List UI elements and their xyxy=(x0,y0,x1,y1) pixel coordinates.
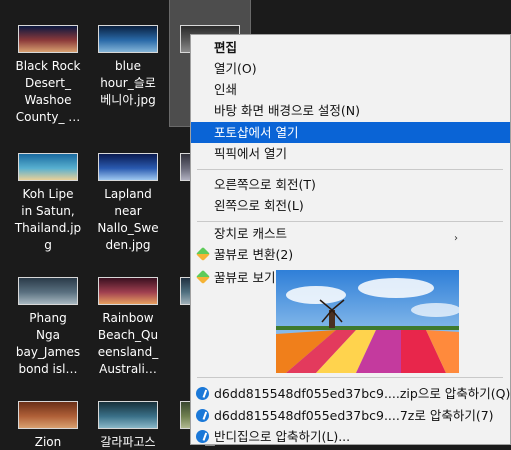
file-name: blue hour_슬로 베니아.jpg xyxy=(100,59,156,107)
file-name: Rainbow Beach_Qu eensland_ Australi… xyxy=(97,311,159,376)
menu-open[interactable]: 열기(O) xyxy=(191,58,510,79)
file-thumbnail xyxy=(98,153,158,181)
file-thumbnail xyxy=(98,401,158,429)
image-preview xyxy=(276,270,459,373)
bandizip-icon xyxy=(196,387,209,400)
menu-honeyview-convert-label: 꿀뷰로 변환(2) xyxy=(214,247,294,262)
menu-cast-to-device[interactable]: 장치로 캐스트 › xyxy=(191,223,510,244)
file-item[interactable]: Black Rock Desert_ Washoe County_ … xyxy=(8,0,88,126)
menu-rotate-left[interactable]: 왼쪽으로 회전(L) xyxy=(191,195,510,216)
file-thumbnail xyxy=(18,153,78,181)
file-name: Phang Nga bay_James bond isl… xyxy=(15,311,81,376)
bandizip-icon xyxy=(196,430,209,443)
file-thumbnail xyxy=(98,277,158,305)
file-item[interactable]: Rainbow Beach_Qu eensland_ Australi… xyxy=(88,252,168,378)
menu-set-wallpaper[interactable]: 바탕 화면 배경으로 설정(N) xyxy=(191,100,510,121)
file-item[interactable]: Koh Lipe in Satun, Thailand.jp g xyxy=(8,128,88,254)
menu-open-photoshop[interactable]: 포토샵에서 열기 xyxy=(191,122,510,143)
file-thumbnail xyxy=(18,277,78,305)
honeyview-icon xyxy=(195,269,211,285)
menu-7z-compress-label: d6dd815548df055ed37bc9....7z로 압축하기(7) xyxy=(214,408,494,423)
file-item[interactable]: 갈라파고스 xyxy=(88,376,168,450)
menu-separator xyxy=(197,377,503,378)
file-name: Black Rock Desert_ Washoe County_ … xyxy=(15,59,81,124)
bandizip-icon xyxy=(196,409,209,422)
file-name: Zion xyxy=(34,435,62,449)
file-thumbnail xyxy=(18,25,78,53)
menu-separator xyxy=(197,221,503,222)
menu-7z-compress[interactable]: d6dd815548df055ed37bc9....7z로 압축하기(7) xyxy=(191,405,510,426)
menu-separator xyxy=(197,169,503,170)
file-item[interactable]: blue hour_슬로 베니아.jpg xyxy=(88,0,168,109)
file-thumbnail xyxy=(18,401,78,429)
file-name: 갈라파고스 xyxy=(100,435,156,449)
file-thumbnail xyxy=(98,25,158,53)
menu-zip-compress[interactable]: d6dd815548df055ed37bc9....zip으로 압축하기(Q) xyxy=(191,383,510,404)
context-menu: 편집 열기(O) 인쇄 바탕 화면 배경으로 설정(N) 포토샵에서 열기 픽픽… xyxy=(190,34,511,445)
menu-honeyview-convert[interactable]: 꿀뷰로 변환(2) xyxy=(191,244,510,265)
menu-open-picpick[interactable]: 픽픽에서 열기 xyxy=(191,143,510,164)
menu-bandizip-compress[interactable]: 반디집으로 압축하기(L)... xyxy=(191,426,510,447)
file-item[interactable]: Lapland near Nallo_Swe den.jpg xyxy=(88,128,168,254)
file-name: Lapland near Nallo_Swe den.jpg xyxy=(97,187,159,252)
menu-cast-label: 장치로 캐스트 xyxy=(214,226,287,241)
menu-zip-compress-label: d6dd815548df055ed37bc9....zip으로 압축하기(Q) xyxy=(214,386,511,401)
file-item[interactable]: Phang Nga bay_James bond isl… xyxy=(8,252,88,378)
honeyview-icon xyxy=(195,246,211,262)
menu-edit[interactable]: 편집 xyxy=(191,37,510,58)
file-item[interactable]: Zion xyxy=(8,376,88,450)
file-name: Koh Lipe in Satun, Thailand.jp g xyxy=(14,187,82,252)
menu-rotate-right[interactable]: 오른쪽으로 회전(T) xyxy=(191,174,510,195)
menu-bandizip-compress-label: 반디집으로 압축하기(L)... xyxy=(214,429,351,444)
menu-print[interactable]: 인쇄 xyxy=(191,79,510,100)
